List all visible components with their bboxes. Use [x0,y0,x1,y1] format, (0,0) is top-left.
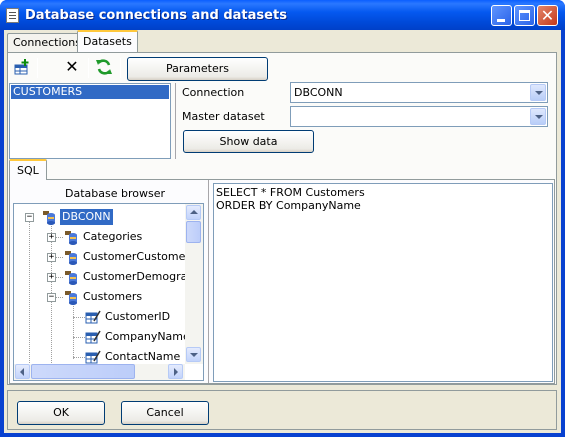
dialog-window: Database connections and datasets ✕ Conn… [0,0,565,437]
scroll-right-icon[interactable] [168,364,183,379]
footer-panel: OK Cancel [7,390,557,430]
tab-datasets[interactable]: Datasets [77,30,138,52]
table-icon [63,269,79,285]
toolbar-separator [88,58,89,78]
sql-line: ORDER BY CompanyName [216,199,361,212]
window-title: Database connections and datasets [25,8,287,23]
maximize-button[interactable] [514,5,535,26]
minimize-button[interactable] [491,5,512,26]
expand-icon[interactable]: + [47,273,56,282]
table-icon [63,249,79,265]
sql-editor[interactable]: SELECT * FROM Customers ORDER BY Company… [213,183,553,382]
title-bar[interactable]: Database connections and datasets ✕ [0,0,565,30]
chevron-down-icon[interactable] [530,108,546,125]
horizontal-scrollbar[interactable] [14,364,185,380]
datasets-tab-panel: ✕ Parameters CUSTOMERS Connection DBCONN… [7,52,557,385]
list-item[interactable]: CUSTOMERS [11,85,169,99]
toolbar-separator [37,58,38,78]
tree-node-dbconn[interactable]: DBCONN [60,209,113,225]
scroll-left-icon[interactable] [15,364,30,379]
database-icon [41,209,57,225]
parameters-button[interactable]: Parameters [127,57,268,81]
delete-icon[interactable]: ✕ [63,58,81,76]
master-dataset-label: Master dataset [182,110,265,123]
database-browser-title: Database browser [65,187,165,200]
refresh-icon[interactable] [95,58,113,76]
tree-node-table[interactable]: CustomerDemograph [83,270,201,283]
close-icon: ✕ [540,6,555,25]
app-icon [6,8,19,23]
database-tree[interactable]: − DBCONN + Categories + CustomerCustomer… [13,203,204,381]
master-dataset-select[interactable] [290,106,548,127]
sql-line: SELECT * FROM Customers [216,186,365,199]
expand-icon[interactable]: + [47,233,56,242]
tree-node-field[interactable]: ContactName [105,350,180,363]
minimize-icon [497,19,505,22]
add-dataset-icon[interactable] [13,58,31,76]
splitter[interactable] [175,83,176,159]
close-button[interactable]: ✕ [537,5,558,26]
tree-node-field[interactable]: CustomerID [105,310,170,323]
field-icon [85,349,101,365]
field-icon [85,329,101,345]
tab-connections[interactable]: Connections [7,33,87,53]
maximize-icon [519,10,530,21]
tree-node-table[interactable]: Categories [83,230,142,243]
toolbar-separator [120,58,121,78]
sql-tab-panel: Database browser − DBCONN + Categories +… [9,179,555,384]
connection-label: Connection [182,86,245,99]
scroll-thumb[interactable] [31,364,135,379]
show-data-button[interactable]: Show data [183,130,314,153]
cancel-button[interactable]: Cancel [121,401,209,425]
collapse-icon[interactable]: − [25,213,34,222]
field-icon [85,309,101,325]
scroll-up-icon[interactable] [186,205,201,220]
table-icon [63,229,79,245]
tree-node-table[interactable]: Customers [83,290,142,303]
connection-select[interactable]: DBCONN [290,82,548,103]
tree-node-field[interactable]: CompanyName [105,330,190,343]
splitter[interactable] [208,180,209,383]
connection-value: DBCONN [294,86,343,99]
ok-button[interactable]: OK [17,401,105,425]
collapse-icon[interactable]: − [47,293,56,302]
vertical-scrollbar[interactable] [185,204,203,364]
scroll-thumb[interactable] [186,221,201,243]
tab-sql[interactable]: SQL [9,159,47,180]
expand-icon[interactable]: + [47,253,56,262]
table-icon [63,289,79,305]
chevron-down-icon[interactable] [530,84,546,101]
scroll-down-icon[interactable] [186,347,201,362]
datasets-list[interactable]: CUSTOMERS [9,83,171,159]
dialog-client-area: Connections Datasets ✕ Parameters CUSTOM… [4,30,561,433]
